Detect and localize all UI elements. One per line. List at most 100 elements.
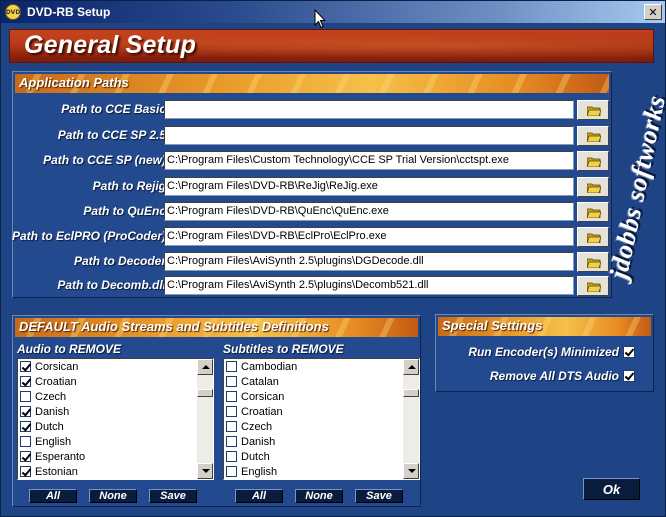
open-folder-icon: [587, 258, 601, 268]
path-input-quenc[interactable]: C:\Program Files\DVD-RB\QuEnc\QuEnc.exe: [164, 202, 574, 221]
path-label-cce-sp-new: Path to CCE SP (new): [43, 153, 166, 167]
path-input-cce-basic[interactable]: [164, 100, 574, 119]
audio-item-checkbox[interactable]: [20, 436, 31, 447]
audio-item-checkbox[interactable]: [20, 421, 31, 432]
open-folder-icon: [587, 106, 601, 116]
subtitles-item-label: Czech: [241, 420, 273, 433]
subtitles-list-item[interactable]: Dutch: [224, 449, 404, 464]
option-run-minimized-label: Run Encoder(s) Minimized: [468, 345, 619, 359]
path-input-decomb[interactable]: C:\Program Files\AviSynth 2.5\plugins\De…: [164, 276, 574, 295]
browse-button-rejig[interactable]: [577, 177, 609, 197]
open-folder-icon: [587, 282, 601, 292]
audio-item-checkbox[interactable]: [20, 361, 31, 372]
subtitles-list[interactable]: Cambodian Catalan Corsican Croatian Czech Dan…: [223, 358, 420, 480]
open-folder-icon: [587, 208, 601, 218]
option-run-minimized[interactable]: Run Encoder(s) Minimized: [468, 344, 635, 360]
browse-button-quenc[interactable]: [577, 202, 609, 222]
defaults-panel: DEFAULT Audio Streams and Subtitles Defi…: [12, 315, 421, 507]
subtitles-item-checkbox[interactable]: [226, 406, 237, 417]
subtitles-list-item[interactable]: Croatian: [224, 404, 404, 419]
audio-all-button[interactable]: All: [29, 489, 77, 503]
browse-button-eclpro[interactable]: [577, 227, 609, 247]
subtitles-item-label: Corsican: [241, 390, 285, 403]
audio-item-checkbox[interactable]: [20, 451, 31, 462]
audio-list-item[interactable]: Corsican: [18, 359, 198, 374]
option-run-minimized-checkbox[interactable]: [623, 346, 635, 358]
close-button[interactable]: ✕: [644, 4, 662, 20]
subtitles-scrollbar[interactable]: [403, 359, 419, 479]
subtitles-item-checkbox[interactable]: [226, 421, 237, 432]
browse-button-decomb[interactable]: [577, 276, 609, 296]
subtitles-list-item[interactable]: Cambodian: [224, 359, 404, 374]
subtitles-item-checkbox[interactable]: [226, 361, 237, 372]
title-bar[interactable]: DVD DVD-RB Setup ✕: [1, 1, 665, 23]
scroll-up-arrow-icon[interactable]: [403, 359, 419, 375]
audio-item-label: Czech: [35, 390, 67, 403]
subtitles-list-item[interactable]: Czech: [224, 419, 404, 434]
path-input-cce-sp25[interactable]: [164, 126, 574, 145]
browse-button-cce-basic[interactable]: [577, 100, 609, 120]
subtitles-list-item[interactable]: Catalan: [224, 374, 404, 389]
audio-list-item[interactable]: Czech: [18, 389, 198, 404]
subtitles-item-checkbox[interactable]: [226, 466, 237, 477]
path-row-quenc: Path to QuEnc C:\Program Files\DVD-RB\Qu…: [13, 202, 613, 222]
ok-button[interactable]: Ok: [583, 478, 640, 500]
subtitles-item-checkbox[interactable]: [226, 436, 237, 447]
scroll-down-arrow-icon[interactable]: [403, 463, 419, 479]
option-remove-dts[interactable]: Remove All DTS Audio: [490, 368, 635, 384]
audio-list-item[interactable]: Estonian: [18, 464, 198, 479]
open-folder-icon: [587, 233, 601, 243]
subtitles-list-item[interactable]: Danish: [224, 434, 404, 449]
audio-item-checkbox[interactable]: [20, 391, 31, 402]
subtitles-item-label: English: [241, 465, 278, 478]
audio-item-checkbox[interactable]: [20, 406, 31, 417]
mouse-pointer-icon: [314, 9, 326, 29]
audio-item-label: Esperanto: [35, 450, 86, 463]
setup-window: DVD DVD-RB Setup ✕ General Setup Applica…: [0, 0, 666, 517]
browse-button-cce-sp-new[interactable]: [577, 151, 609, 171]
audio-save-button[interactable]: Save: [149, 489, 197, 503]
browse-button-cce-sp25[interactable]: [577, 126, 609, 146]
subtitles-item-checkbox[interactable]: [226, 376, 237, 387]
option-remove-dts-checkbox[interactable]: [623, 370, 635, 382]
audio-item-checkbox[interactable]: [20, 466, 31, 477]
open-folder-icon: [587, 183, 601, 193]
defaults-title: DEFAULT Audio Streams and Subtitles Defi…: [19, 319, 329, 334]
audio-list-item[interactable]: Danish: [18, 404, 198, 419]
audio-list-item[interactable]: Esperanto: [18, 449, 198, 464]
audio-scrollbar[interactable]: [197, 359, 213, 479]
path-input-rejig[interactable]: C:\Program Files\DVD-RB\ReJig\ReJig.exe: [164, 177, 574, 196]
window-title: DVD-RB Setup: [27, 5, 111, 19]
audio-list[interactable]: Corsican Croatian Czech Danish Dutch English E…: [17, 358, 214, 480]
subtitles-all-button[interactable]: All: [235, 489, 283, 503]
path-input-eclpro[interactable]: C:\Program Files\DVD-RB\EclPro\EclPro.ex…: [164, 227, 574, 246]
subtitles-save-button[interactable]: Save: [355, 489, 403, 503]
subtitles-item-checkbox[interactable]: [226, 391, 237, 402]
audio-item-checkbox[interactable]: [20, 376, 31, 387]
path-row-cce-sp25: Path to CCE SP 2.5: [13, 126, 613, 146]
path-input-cce-sp-new[interactable]: C:\Program Files\Custom Technology\CCE S…: [164, 151, 574, 170]
path-label-cce-sp25: Path to CCE SP 2.5: [57, 128, 166, 142]
audio-list-item[interactable]: Dutch: [18, 419, 198, 434]
audio-list-item[interactable]: English: [18, 434, 198, 449]
subtitles-list-label: Subtitles to REMOVE: [223, 342, 344, 356]
subtitles-item-checkbox[interactable]: [226, 451, 237, 462]
scroll-up-arrow-icon[interactable]: [197, 359, 213, 375]
path-row-cce-sp-new: Path to CCE SP (new) C:\Program Files\Cu…: [13, 151, 613, 171]
application-paths-title: Application Paths: [19, 75, 129, 90]
path-row-cce-basic: Path to CCE Basic: [13, 100, 613, 120]
path-input-decoder[interactable]: C:\Program Files\AviSynth 2.5\plugins\DG…: [164, 252, 574, 271]
path-label-quenc: Path to QuEnc: [83, 204, 166, 218]
subtitles-list-item[interactable]: Corsican: [224, 389, 404, 404]
defaults-header: DEFAULT Audio Streams and Subtitles Defi…: [15, 318, 418, 337]
audio-item-label: Estonian: [35, 465, 78, 478]
special-settings-title: Special Settings: [442, 318, 543, 333]
path-row-decomb: Path to Decomb.dll C:\Program Files\AviS…: [13, 276, 613, 296]
scroll-down-arrow-icon[interactable]: [197, 463, 213, 479]
scroll-thumb[interactable]: [403, 389, 419, 397]
scroll-thumb[interactable]: [197, 389, 213, 397]
subtitles-list-item[interactable]: English: [224, 464, 404, 479]
subtitles-none-button[interactable]: None: [295, 489, 343, 503]
audio-none-button[interactable]: None: [89, 489, 137, 503]
audio-list-item[interactable]: Croatian: [18, 374, 198, 389]
